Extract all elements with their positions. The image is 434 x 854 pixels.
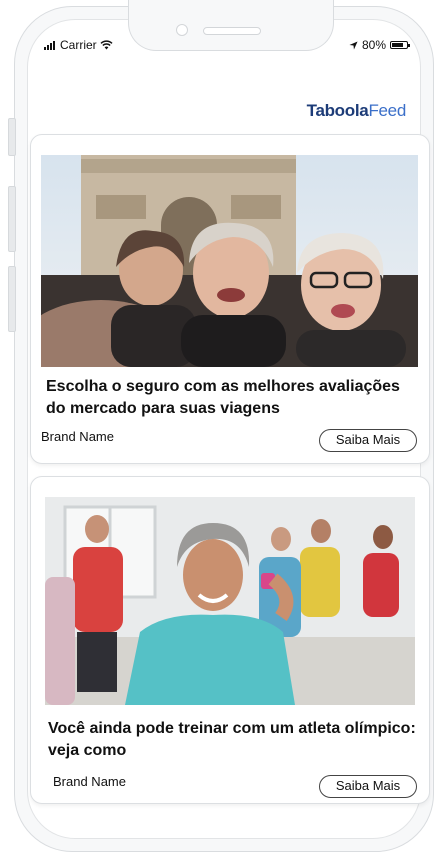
carrier-label: Carrier bbox=[60, 38, 97, 52]
card-image[interactable] bbox=[41, 155, 418, 367]
battery-percent: 80% bbox=[361, 38, 386, 52]
logo-suffix: Feed bbox=[368, 101, 406, 120]
signal-icon bbox=[44, 40, 55, 50]
volume-down-button bbox=[8, 266, 16, 332]
logo-brand: Taboola bbox=[306, 101, 369, 120]
volume-up-button bbox=[8, 186, 16, 252]
workout-photo-illustration bbox=[45, 497, 415, 705]
saiba-mais-button[interactable]: Saiba Mais bbox=[319, 775, 417, 798]
saiba-mais-button[interactable]: Saiba Mais bbox=[319, 429, 417, 452]
card-image[interactable] bbox=[45, 497, 415, 705]
front-camera bbox=[176, 24, 188, 36]
card-title[interactable]: Escolha o seguro com as melhores avaliaç… bbox=[46, 376, 416, 420]
battery-level bbox=[392, 43, 404, 47]
wifi-icon bbox=[100, 40, 113, 50]
location-arrow-icon bbox=[349, 40, 358, 50]
card-title[interactable]: Você ainda pode treinar com um atleta ol… bbox=[48, 718, 418, 762]
battery-icon bbox=[390, 41, 410, 49]
mute-switch bbox=[8, 118, 16, 156]
card-brand-name: Brand Name bbox=[53, 774, 126, 789]
card-brand-name: Brand Name bbox=[41, 429, 114, 444]
selfie-photo-illustration bbox=[41, 155, 418, 367]
feed-card[interactable]: Você ainda pode treinar com um atleta ol… bbox=[30, 476, 430, 804]
phone-notch bbox=[128, 0, 334, 51]
taboola-feed-logo: TaboolaFeed bbox=[306, 101, 407, 121]
feed-card[interactable]: Escolha o seguro com as melhores avaliaç… bbox=[30, 134, 430, 464]
earpiece-speaker bbox=[203, 27, 261, 35]
status-bar-left: Carrier bbox=[44, 38, 113, 52]
status-bar-right: 80% bbox=[349, 38, 410, 52]
